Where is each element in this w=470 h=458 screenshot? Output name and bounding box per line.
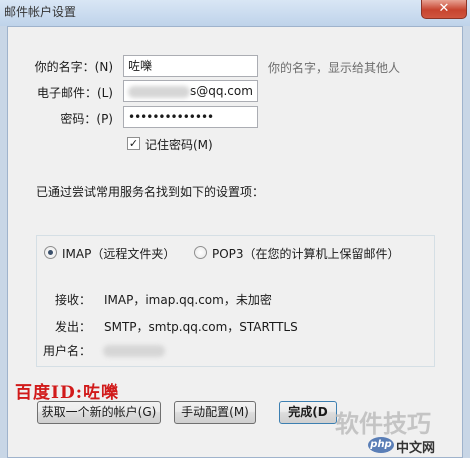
- remember-password-checkbox[interactable]: ✓: [127, 137, 140, 150]
- name-label: 你的名字：(N): [34, 60, 113, 74]
- name-input[interactable]: 咗嚛: [123, 55, 258, 77]
- get-new-account-button[interactable]: 获取一个新的帐户(G): [37, 401, 161, 424]
- site-watermark: 软件技巧: [335, 410, 431, 438]
- outgoing-label: 发出：: [55, 320, 92, 334]
- title-bar: 邮件帐户设置 ✕: [0, 0, 470, 26]
- username-redacted: [103, 345, 165, 357]
- pop3-label: POP3（在您的计算机上保留邮件）: [212, 247, 400, 261]
- imap-radio[interactable]: [44, 246, 57, 259]
- checkmark-icon: ✓: [128, 137, 139, 150]
- close-icon: ✕: [438, 1, 450, 16]
- email-input[interactable]: s@qq.com: [123, 80, 258, 102]
- username-label: 用户名：: [43, 344, 92, 358]
- password-value: ••••••••••••••: [128, 110, 214, 124]
- close-button[interactable]: ✕: [421, 0, 467, 19]
- php-logo: php: [368, 437, 394, 453]
- email-value: s@qq.com: [190, 84, 253, 98]
- window-title: 邮件帐户设置: [4, 5, 77, 19]
- found-settings-message: 已通过尝试常用服务名找到如下的设置项：: [36, 185, 265, 199]
- password-label: 密码：(P): [60, 112, 113, 126]
- redacted-blur: [128, 85, 190, 98]
- imap-label: IMAP（远程文件夹）: [62, 247, 176, 261]
- name-value: 咗嚛: [128, 59, 153, 73]
- baidu-id-watermark: 百度ID:咗嚛: [15, 383, 119, 403]
- php-site-label: 中文网: [396, 441, 436, 456]
- password-input[interactable]: ••••••••••••••: [123, 106, 258, 128]
- incoming-value: IMAP，imap.qq.com，未加密: [104, 293, 272, 307]
- pop3-radio[interactable]: [194, 246, 207, 259]
- email-label: 电子邮件：(L): [36, 86, 113, 100]
- incoming-label: 接收：: [55, 293, 92, 307]
- remember-password-label: 记住密码(M): [145, 138, 213, 152]
- done-button[interactable]: 完成(D: [279, 401, 337, 424]
- name-hint: 你的名字，显示给其他人: [268, 61, 401, 75]
- manual-config-button[interactable]: 手动配置(M): [174, 401, 256, 424]
- outgoing-value: SMTP，smtp.qq.com，STARTTLS: [104, 320, 298, 334]
